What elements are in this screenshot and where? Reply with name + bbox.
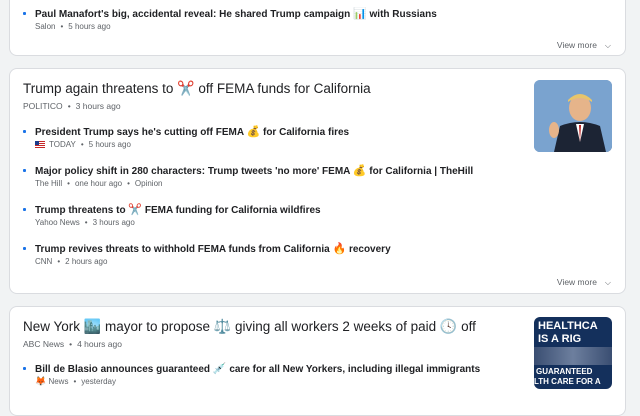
story-title[interactable]: President Trump says he's cutting off FE… — [35, 125, 349, 138]
scissors-icon: ✂️ — [128, 203, 143, 216]
story-title[interactable]: Paul Manafort's big, accidental reveal: … — [35, 7, 437, 20]
fire-icon: 🔥 — [332, 242, 347, 255]
card-headline[interactable]: New York 🏙️ mayor to propose ⚖️ giving a… — [23, 319, 476, 335]
balance-scale-icon: ⚖️ — [213, 319, 232, 335]
chevron-down-icon: ⌵ — [604, 41, 611, 50]
view-more-button[interactable]: View more ⌵ — [557, 40, 611, 51]
bullet-icon — [23, 367, 26, 370]
view-more-button[interactable]: View more ⌵ — [557, 277, 611, 288]
thumbnail-text: HEALTHCA — [538, 320, 598, 332]
money-bag-icon: 💰 — [352, 164, 367, 177]
bullet-icon — [23, 169, 26, 172]
syringe-icon: 💉 — [212, 362, 227, 375]
money-bag-icon: 💰 — [246, 125, 261, 138]
story-title[interactable]: Trump revives threats to withhold FEMA f… — [35, 242, 391, 255]
crowd-image — [534, 347, 612, 365]
headline-thumbnail[interactable]: HEALTHCA IS A RIG GUARANTEED LTH CARE FO… — [534, 317, 612, 389]
news-card-fema: Trump again threatens to ✂️ off FEMA fun… — [9, 68, 626, 294]
headline-thumbnail[interactable] — [534, 80, 612, 152]
story-meta: Yahoo News • 3 hours ago — [35, 218, 135, 227]
chevron-down-icon: ⌵ — [604, 278, 611, 287]
clock-icon: 🕓 — [439, 319, 458, 335]
us-flag-icon — [35, 141, 45, 148]
fox-icon: 🦊 — [35, 377, 47, 387]
bullet-icon — [23, 130, 26, 133]
story-title[interactable]: Major policy shift in 280 characters: Tr… — [35, 164, 473, 177]
thumbnail-text: GUARANTEED — [536, 367, 593, 376]
story-meta: Salon • 5 hours ago — [35, 22, 111, 31]
story-title[interactable]: Bill de Blasio announces guaranteed 💉 ca… — [35, 362, 480, 375]
headline-meta: ABC News • 4 hours ago — [23, 339, 122, 349]
headline-meta: POLITICO • 3 hours ago — [23, 101, 121, 111]
thumbnail-text: IS A RIG — [538, 333, 582, 345]
bullet-icon — [23, 208, 26, 211]
bar-chart-icon: 📊 — [353, 7, 367, 20]
person-photo-icon — [534, 80, 612, 152]
story-meta: CNN • 2 hours ago — [35, 257, 108, 266]
story-title[interactable]: Trump threatens to ✂️ FEMA funding for C… — [35, 203, 321, 216]
story-meta: 🦊 News • yesterday — [35, 377, 116, 387]
cityscape-icon: 🏙️ — [83, 319, 102, 335]
news-card-manafort: Paul Manafort's big, accidental reveal: … — [9, 0, 626, 56]
bullet-icon — [23, 12, 26, 15]
bullet-icon — [23, 247, 26, 250]
story-meta: TODAY • 5 hours ago — [35, 140, 131, 149]
scissors-icon: ✂️ — [177, 81, 195, 97]
thumbnail-text: LTH CARE FOR A — [534, 377, 601, 386]
story-meta: The Hill • one hour ago • Opinion — [35, 179, 163, 188]
card-headline[interactable]: Trump again threatens to ✂️ off FEMA fun… — [23, 81, 371, 97]
